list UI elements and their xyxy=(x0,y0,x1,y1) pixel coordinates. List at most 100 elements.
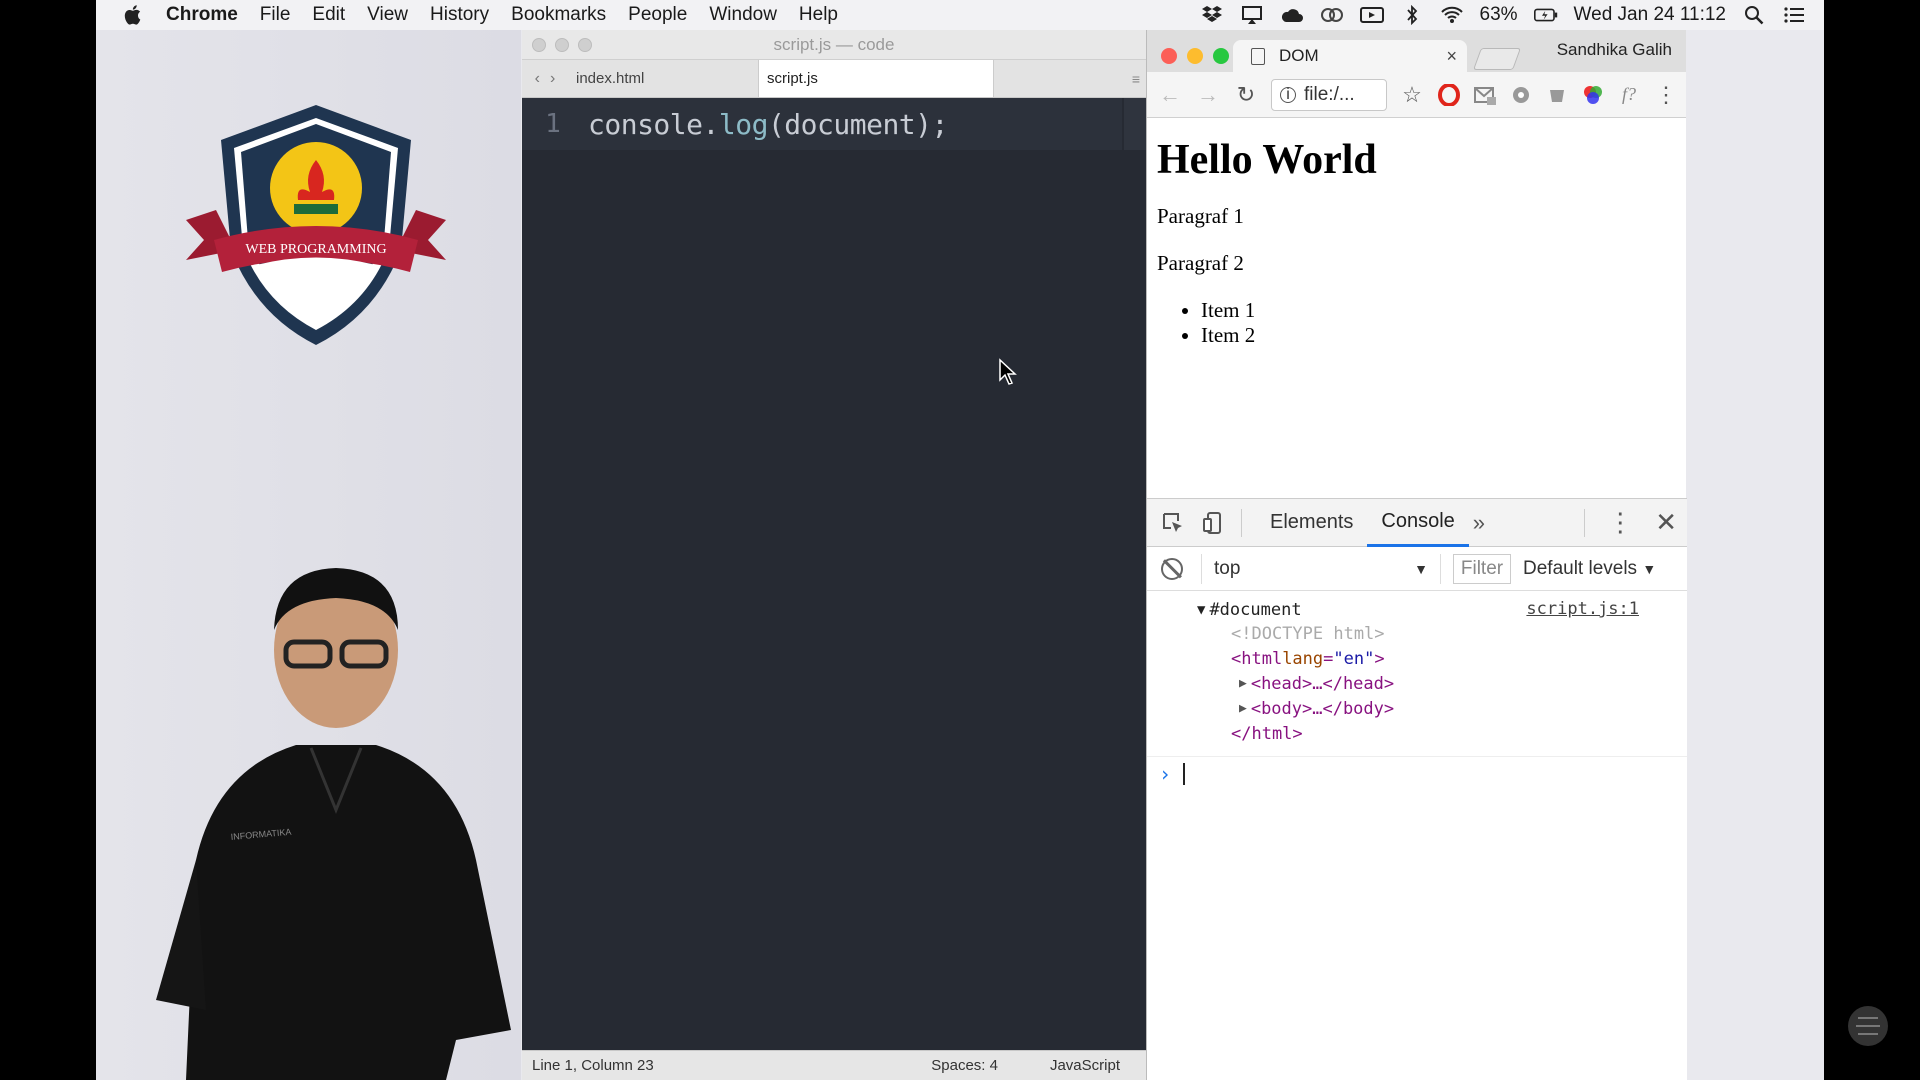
editor-window-controls xyxy=(532,37,592,52)
battery-icon[interactable] xyxy=(1533,4,1558,26)
chrome-close-button[interactable] xyxy=(1161,48,1177,64)
notification-center-icon[interactable] xyxy=(1782,4,1806,26)
display-icon[interactable] xyxy=(1240,4,1264,26)
devtools-tab-elements[interactable]: Elements xyxy=(1256,499,1367,547)
tree-html-close[interactable]: </html> xyxy=(1231,721,1687,746)
inspect-element-icon[interactable] xyxy=(1159,509,1187,537)
devtools-close-icon[interactable]: ✕ xyxy=(1655,507,1677,538)
code-line[interactable]: 1 console.log(document); xyxy=(522,98,1122,150)
tree-body[interactable]: ▶ <body>…</body> xyxy=(1231,696,1687,721)
cloud-icon[interactable] xyxy=(1280,4,1304,26)
spotlight-search-icon[interactable] xyxy=(1742,4,1766,26)
log-root[interactable]: #document xyxy=(1209,600,1301,620)
editor-tab-script-js[interactable]: script.js xyxy=(758,60,994,97)
cursor-position[interactable]: Line 1, Column 23 xyxy=(532,1057,654,1074)
expand-triangle-icon[interactable]: ▼ xyxy=(1197,602,1205,618)
chrome-browser-window: DOM × Sandhika Galih ← → ↻ i file:/... ☆ xyxy=(1146,30,1687,1080)
prompt-chevron-icon: › xyxy=(1159,761,1172,786)
logo-text-line2: UNPAS xyxy=(280,256,352,281)
info-icon[interactable]: i xyxy=(1280,86,1296,103)
editor-zoom-button[interactable] xyxy=(578,37,592,52)
console-toolbar: top ▼ Filter Default levels ▼ xyxy=(1147,547,1687,591)
editor-minimize-button[interactable] xyxy=(555,37,569,52)
opera-extension-icon[interactable] xyxy=(1437,83,1461,107)
console-prompt[interactable]: › xyxy=(1147,756,1687,790)
profile-name[interactable]: Sandhika Galih xyxy=(1557,40,1672,60)
tree-html-open[interactable]: <html lang = "en" > xyxy=(1231,646,1687,671)
menu-file[interactable]: File xyxy=(260,4,291,26)
color-picker-extension-icon[interactable] xyxy=(1581,83,1605,107)
forward-arrow-icon[interactable]: → xyxy=(1195,82,1221,108)
expand-triangle-icon[interactable]: ▶ xyxy=(1239,701,1247,716)
clear-console-icon[interactable] xyxy=(1161,557,1183,580)
editor-tab-index-html[interactable]: index.html xyxy=(568,60,758,97)
chrome-tabstrip: DOM × Sandhika Galih xyxy=(1147,30,1686,72)
chrome-zoom-button[interactable] xyxy=(1213,48,1229,64)
function-extension-icon[interactable]: f? xyxy=(1617,83,1641,107)
creative-cloud-icon[interactable] xyxy=(1320,4,1344,26)
wifi-icon[interactable] xyxy=(1440,4,1464,26)
tab-title: DOM xyxy=(1279,46,1319,65)
console-filter-input[interactable]: Filter xyxy=(1453,553,1511,584)
editor-scrollbar[interactable] xyxy=(1124,98,1146,150)
editor-titlebar: script.js — code xyxy=(522,30,1146,60)
menu-edit[interactable]: Edit xyxy=(312,4,345,26)
tab-close-icon[interactable]: × xyxy=(1446,46,1457,67)
log-source-link[interactable]: script.js:1 xyxy=(1526,599,1639,619)
chevron-left-icon[interactable]: ‹ xyxy=(535,70,540,88)
dropbox-icon[interactable] xyxy=(1200,4,1224,26)
menu-people[interactable]: People xyxy=(628,4,687,26)
mouse-pointer-icon xyxy=(998,358,1018,386)
video-icon[interactable] xyxy=(1359,4,1384,26)
dom-tree: <!DOCTYPE html> <html lang = "en" > ▶ <head>… xyxy=(1147,621,1687,746)
reload-icon[interactable]: ↻ xyxy=(1233,82,1259,108)
device-toolbar-icon[interactable] xyxy=(1199,509,1227,537)
hamburger-icon[interactable]: ≡ xyxy=(1132,60,1146,97)
page-paragraph-1: Paragraf 1 xyxy=(1157,204,1244,228)
chrome-menu-icon[interactable]: ⋮ xyxy=(1653,82,1679,108)
tree-doctype[interactable]: <!DOCTYPE html> xyxy=(1231,621,1687,646)
settings-extension-icon[interactable] xyxy=(1509,83,1533,107)
tree-head[interactable]: ▶ <head>…</head> xyxy=(1231,671,1687,696)
editor-close-button[interactable] xyxy=(532,37,546,52)
console-log-entry[interactable]: ▼ #document script.js:1 xyxy=(1147,599,1687,621)
gmail-extension-icon[interactable] xyxy=(1473,83,1497,107)
list-item: Item 1 xyxy=(1201,298,1677,323)
cup-extension-icon[interactable] xyxy=(1545,83,1569,107)
chevron-right-icon[interactable]: › xyxy=(550,70,555,88)
menu-window[interactable]: Window xyxy=(709,4,777,26)
indentation-setting[interactable]: Spaces: 4 xyxy=(931,1057,998,1074)
bluetooth-icon[interactable] xyxy=(1400,4,1424,26)
screen: Chrome File Edit View History Bookmarks … xyxy=(96,0,1824,1080)
menubar-clock[interactable]: Wed Jan 24 11:12 xyxy=(1574,4,1726,26)
language-mode[interactable]: JavaScript xyxy=(1050,1057,1120,1074)
menu-view[interactable]: View xyxy=(367,4,408,26)
context-selector[interactable]: top ▼ xyxy=(1201,553,1441,584)
back-arrow-icon[interactable]: ← xyxy=(1157,82,1183,108)
address-bar[interactable]: i file:/... xyxy=(1271,78,1387,111)
menu-app-chrome[interactable]: Chrome xyxy=(166,4,238,26)
editor-tab-nav: ‹ › xyxy=(522,60,568,97)
page-list: Item 1 Item 2 xyxy=(1201,298,1677,348)
chrome-tab-dom[interactable]: DOM × xyxy=(1233,40,1467,72)
devtools-separator xyxy=(1241,508,1242,537)
battery-percent: 63% xyxy=(1479,4,1518,25)
new-tab-button[interactable] xyxy=(1472,48,1522,70)
devtools-menu-icon[interactable]: ⋮ xyxy=(1607,507,1633,538)
expand-triangle-icon[interactable]: ▶ xyxy=(1239,676,1247,691)
devtools-separator xyxy=(1584,508,1586,537)
chrome-minimize-button[interactable] xyxy=(1187,48,1203,64)
apple-icon[interactable] xyxy=(124,4,144,26)
chrome-window-controls xyxy=(1161,48,1229,64)
dropdown-arrow-icon: ▼ xyxy=(1414,560,1428,577)
log-levels-dropdown[interactable]: Default levels ▼ xyxy=(1523,558,1656,580)
address-text[interactable]: file:/... xyxy=(1304,84,1355,106)
bookmark-star-icon[interactable]: ☆ xyxy=(1399,82,1425,108)
menu-history[interactable]: History xyxy=(430,4,489,26)
more-tabs-icon[interactable]: » xyxy=(1473,510,1485,536)
code-text[interactable]: console.log(document); xyxy=(588,108,948,141)
code-area[interactable]: 1 console.log(document); xyxy=(522,98,1146,1058)
devtools-tab-console[interactable]: Console xyxy=(1367,499,1469,547)
menu-help[interactable]: Help xyxy=(799,4,838,26)
menu-bookmarks[interactable]: Bookmarks xyxy=(511,4,606,26)
